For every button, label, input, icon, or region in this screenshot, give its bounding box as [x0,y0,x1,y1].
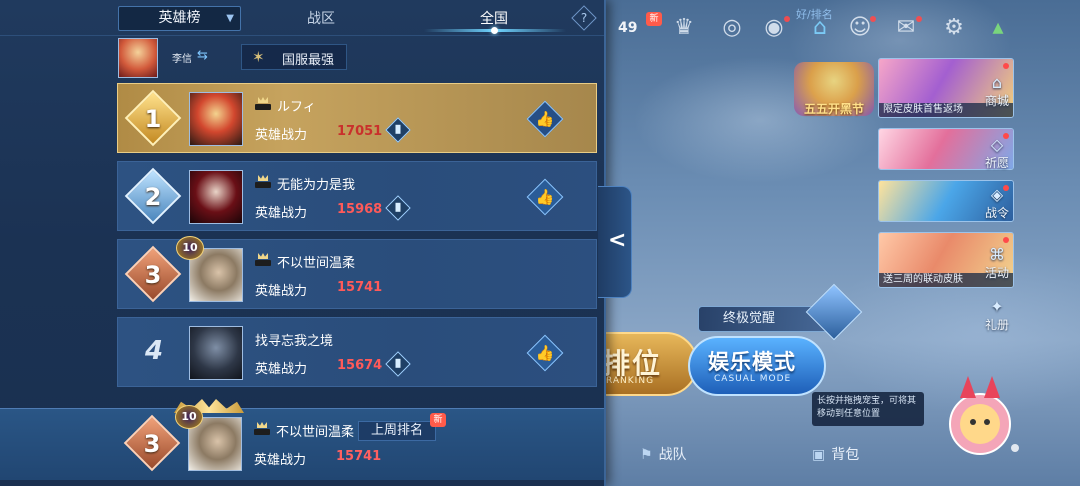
hero-portrait[interactable] [118,38,158,78]
power-value: 15741 [337,280,383,295]
level-badge: 10 [176,236,204,260]
rank-number: 2 [144,183,162,211]
hero-selector: 李信 ⇆ ✶ 国服最强 [0,36,606,78]
power-label: 英雄战力 [255,362,308,377]
friends-icon[interactable]: ☺ [846,14,876,42]
target-icon[interactable]: ◎ [718,14,746,42]
ranking-tabs: 英雄榜 ▼ 战区 全国 ? [0,0,606,36]
new-tag: 新 [430,413,446,427]
lobby-bottom-nav: ⚑ 战队 ▣ 背包 [600,436,1080,476]
top-partial-label: 好/排名 [796,8,833,21]
wings-emblem-icon: ✶ [252,48,265,66]
hero-card-icon[interactable] [385,351,411,377]
region-badge: ✶ 国服最强 [241,44,347,70]
player-name: 找寻忘我之境 [255,334,334,349]
last-week-rank-button[interactable]: 上周排名 [358,421,436,441]
lobby-top-bar: 49 新 ♛ ◎ ◉ ⌂ ☺ ✉ ⚙ ▴ 好/排名 [600,8,1080,46]
ranked-mode-sub: RANKING [606,376,655,386]
chevron-down-icon: ▼ [226,13,234,24]
vip-crown-icon [255,175,271,189]
store-label: 商城 [984,94,1009,108]
power-value: 15741 [336,449,382,464]
nav-bag[interactable]: ▣ 背包 [812,444,859,464]
region-badge-label: 国服最强 [282,53,335,68]
player-name: 不以世间温柔 [277,256,356,271]
store-icon: ⌂ [991,73,1003,92]
event-button[interactable]: ⌘ 活动 [980,246,1014,281]
gift-label: 礼册 [984,318,1009,332]
drag-hint-tooltip: 长按并拖拽宠宝，可将其移动到任意位置 [812,392,924,426]
vip-crown-icon [254,422,270,436]
player-name: 不以世间温柔 [276,425,355,440]
power-value: 15674 [337,358,383,373]
ranking-row[interactable]: 4 找寻忘我之境 英雄战力 15674 👍 [117,317,597,387]
vip-crown-icon [255,97,271,111]
casual-mode-sub: CASUAL MODE [714,374,792,384]
level-badge: 10 [175,405,203,429]
rank-number: 3 [143,430,161,458]
gift-icon: ✦ [990,297,1004,316]
event-label: 活动 [984,266,1009,280]
gem-count: 49 [618,20,638,36]
power-label: 英雄战力 [254,453,307,468]
rank-number: 1 [144,105,162,133]
ranking-row[interactable]: 1 ルフィ 英雄战力 17051 👍 [117,83,597,153]
nav-team-label: 战队 [658,447,687,463]
gift-button[interactable]: ✦ 礼册 [980,298,1014,333]
vip-crown-icon [255,253,271,267]
settings-gear-icon[interactable]: ⚙ [940,14,968,42]
avatar[interactable] [189,170,243,224]
leaderboard-type-dropdown[interactable]: 英雄榜 ▼ [118,6,241,31]
nav-bag-label: 背包 [831,447,860,463]
ranking-row[interactable]: 2 无能为力是我 英雄战力 15968 👍 [117,161,597,231]
team-icon: ⚑ [640,447,653,463]
store-button[interactable]: ⌂ 商城 [980,74,1014,109]
power-value: 17051 [337,124,383,139]
hero-card-icon[interactable] [385,195,411,221]
bag-icon: ▣ [812,447,826,463]
player-name: ルフィ [277,100,316,115]
pass-icon: ◈ [990,185,1004,204]
tab-region[interactable]: 战区 [307,8,335,28]
thumbs-up-icon: 👍 [535,110,555,128]
help-icon: ? [580,11,588,25]
eye-icon[interactable]: ◉ [760,14,790,42]
wish-button[interactable]: ◇ 祈愿 [980,136,1014,171]
hero-card-icon[interactable] [385,117,411,143]
signal-icon: ▴ [992,15,1004,40]
avatar[interactable] [189,326,243,380]
power-label: 英雄战力 [255,128,308,143]
power-label: 英雄战力 [255,284,308,299]
ranking-panel: 英雄榜 ▼ 战区 全国 ? 李信 ⇆ ✶ 国服最强 1 ルフィ 英雄战力 170… [0,0,606,486]
player-name: 无能为力是我 [277,178,356,193]
casual-mode-label: 娱乐模式 [708,350,796,374]
tab-national[interactable]: 全国 [480,8,508,28]
avatar[interactable] [189,92,243,146]
gem-new-tag: 新 [646,12,662,26]
pass-button[interactable]: ◈ 战令 [980,186,1014,221]
dropdown-label: 英雄榜 [158,10,201,26]
thumbs-up-icon: 👍 [535,188,555,206]
pass-label: 战令 [984,206,1009,220]
wish-label: 祈愿 [984,156,1009,170]
lobby-background: 49 新 ♛ ◎ ◉ ⌂ ☺ ✉ ⚙ ▴ 好/排名 五五开黑节 限定皮肤首售返场… [600,0,1080,486]
honor-icon[interactable]: ♛ [670,14,698,42]
power-label: 英雄战力 [255,206,308,221]
mail-icon[interactable]: ✉ [892,14,922,42]
festival-label: 五五开黑节 [803,102,864,116]
rank-number: 4 [144,336,164,366]
wish-icon: ◇ [990,135,1004,154]
chevron-left-icon: < [608,228,627,253]
active-tab-dot [491,27,498,34]
my-ranking-row[interactable]: 3 10 不以世间温柔 上周排名 新 英雄战力 15741 [0,399,606,480]
thumbs-up-icon: 👍 [535,344,555,362]
hero-name: 李信 [172,54,192,65]
swap-hero-icon[interactable]: ⇆ [197,48,208,63]
power-value: 15968 [337,202,383,217]
ranking-row[interactable]: 3 10 不以世间温柔 英雄战力 15741 [117,236,597,309]
rank-number: 3 [144,261,162,289]
nav-team[interactable]: ⚑ 战队 [640,444,687,464]
event-icon: ⌘ [989,245,1005,264]
